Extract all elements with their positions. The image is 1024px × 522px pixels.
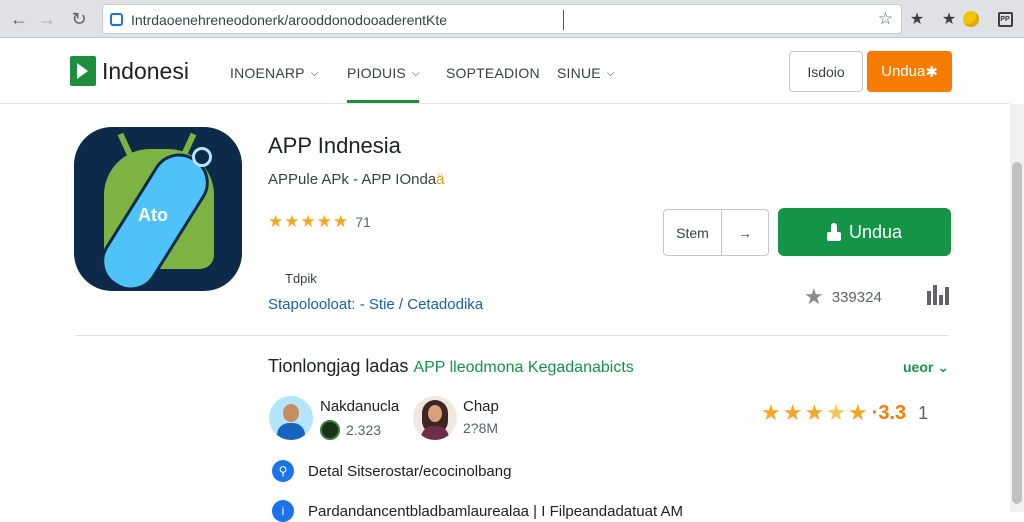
chevron-down-icon: ⌵ [606,67,615,79]
extension-icon[interactable] [960,8,982,30]
review-rating: ★ ★ ★ ★ ★ ·3.3 1 [761,400,928,426]
star-outline-icon: ★ [804,284,824,309]
logo-text: Indonesi [102,57,189,84]
url-text: Intrdaoenehreneodonerk/arooddonodooadere… [131,12,448,28]
reviewer-meta: 2.323 [320,420,381,440]
app-icon: Ato [74,127,242,291]
tag-hole [192,147,212,167]
site-header: Indonesi INOENARP ⌵ PIODUIS ⌵ SOPTEADION… [0,38,1010,104]
site-info-icon[interactable] [110,13,123,26]
avatar-head [283,404,299,422]
detail-row[interactable]: ⚲ Detal Sitserostar/ecocinolbang [272,460,511,482]
star-icon: ★ [268,212,284,231]
header-download-button[interactable]: Undua ✱ [867,51,952,92]
chevron-down-icon: ⌵ [310,67,319,79]
reviews-title: Tionlongjag ladas APP lleodmona Kegadana… [268,356,634,377]
hand-icon [826,223,841,241]
app-subtitle-text: APPule APk - APP IOnda [268,171,437,188]
bar-chart-icon[interactable] [927,285,949,305]
nav-item-3[interactable]: SOPTEADION [446,65,540,81]
bookmark-star-icon[interactable]: ☆ [878,9,893,29]
star-icon: ★ [316,212,332,231]
browser-toolbar: ← → ↻ Intrdaoenehreneodonerk/arooddonodo… [0,0,1024,38]
see-all-link[interactable]: ueor ⌄ [903,359,949,376]
extension-badge [963,11,979,27]
download-count-text: 339324 [831,288,882,306]
reviews-title-green: APP lleodmona Kegadanabicts [413,359,634,376]
detail-row[interactable]: i Pardandancentbladbamlaurealaa | I Filp… [272,500,683,522]
nav-item-1[interactable]: INOENARP ⌵ [230,65,319,81]
download-count: ★ 339324 [804,284,882,310]
bookmarks-icon[interactable]: ★ [906,8,928,30]
forward-arrow-icon[interactable]: → [36,8,58,30]
detail-text: Pardandancentbladbamlaurealaa | I Filpea… [308,502,683,520]
scrollbar-thumb[interactable] [1012,162,1022,504]
download-button[interactable]: Undua [778,208,951,256]
app-subtitle: APPule APk - APP IOndaä [268,171,445,188]
share-button[interactable]: Stem [663,209,722,256]
nav-item-4[interactable]: SINUE ⌵ [557,65,615,81]
star-icon: ★ [284,212,300,231]
star-icon: ★ [782,400,803,425]
search-icon: ⚲ [272,460,294,482]
reload-icon[interactable]: ↻ [68,8,90,30]
profile-icon[interactable]: PP [994,8,1016,30]
section-divider [74,335,950,336]
topic-label: Tdpik [285,271,317,286]
header-download-label: Undua [881,63,926,80]
star-icon: ★ [847,400,868,425]
reviewer-name[interactable]: Chap [463,398,499,415]
rating-text: 71 [355,214,371,230]
detail-text: Detal Sitserostar/ecocinolbang [308,462,512,480]
reviewer-meta-text: 2?8M [463,420,499,436]
address-bar[interactable]: Intrdaoenehreneodonerk/arooddonodooadere… [102,4,902,34]
avatar[interactable] [269,396,313,440]
review-count: 1 [918,402,929,423]
avatar[interactable] [413,396,457,440]
app-icon-label: Ato [138,205,168,225]
app-title: APP Indnesia [268,133,401,158]
nav-item-label: SOPTEADION [446,65,540,81]
nav-item-label: INOENARP [230,65,305,81]
category-links[interactable]: Stapolooloat: - Stie / Cetadodika [268,296,483,313]
nav-item-label: SINUE [557,65,601,81]
android-antenna [117,132,133,156]
back-arrow-icon[interactable]: ← [8,8,30,30]
sparkle-icon: ✱ [925,63,938,81]
arrow-right-button[interactable]: → [721,209,769,256]
reviewer-meta-text: 2.323 [346,422,382,438]
star-icon: ★ [804,400,825,425]
star-icon: ★ [761,400,781,425]
active-nav-indicator [347,100,419,103]
reviewer-name[interactable]: Nakdanucla [320,398,399,415]
profile-square-icon: PP [997,11,1013,27]
star-icon: ★ [300,212,316,231]
site-logo[interactable]: Indonesi [70,56,189,86]
avatar-body [277,423,305,440]
info-icon: i [272,500,294,522]
star-icon: ★ [333,212,349,231]
download-button-label: Undua [848,221,903,242]
review-score: ·3.3 [871,401,907,424]
text-caret [563,10,564,30]
chevron-down-icon: ⌵ [411,67,420,79]
star-icon: ★ [826,400,846,425]
avatar-head [428,405,442,422]
badge-icon [320,420,340,440]
app-subtitle-accent: ä [436,171,445,188]
extension-icon[interactable]: ★ [938,8,960,30]
reviewer-meta: 2?8M [463,420,498,436]
see-all-label: ueor [903,359,934,375]
app-rating: ★ ★ ★ ★ ★ 71 [268,212,371,232]
nav-item-2[interactable]: PIODUIS ⌵ [347,65,420,81]
nav-item-label: PIODUIS [347,65,406,81]
login-button[interactable]: Isdoio [789,51,863,92]
chevron-down-icon: ⌄ [937,359,949,375]
avatar-body [421,426,449,440]
logo-play-icon [70,56,96,86]
reviews-title-text: Tionlongjag ladas [268,356,409,376]
